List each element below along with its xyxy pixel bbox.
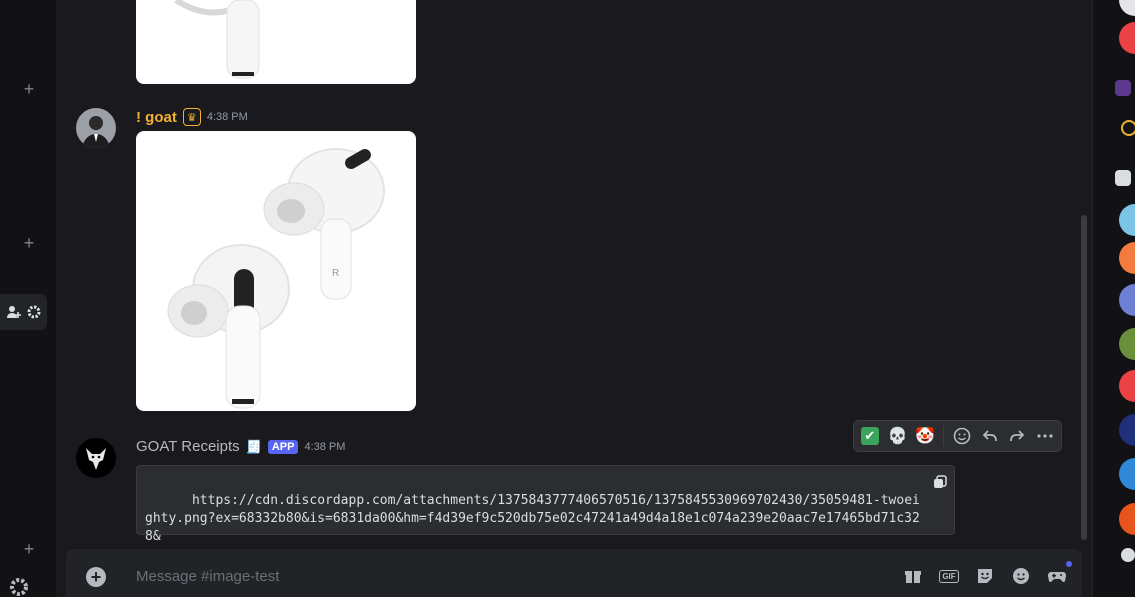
forward-icon[interactable] bbox=[1006, 424, 1030, 448]
server-icon[interactable] bbox=[1115, 170, 1131, 186]
timestamp: 4:38 PM bbox=[206, 111, 248, 123]
copy-icon[interactable] bbox=[932, 474, 948, 490]
server-icon[interactable] bbox=[1121, 548, 1135, 562]
server-icon[interactable] bbox=[1119, 284, 1135, 316]
server-icon[interactable] bbox=[1119, 328, 1135, 360]
check-reaction-icon[interactable]: ✔ bbox=[858, 424, 882, 448]
image-attachment[interactable]: R bbox=[136, 131, 416, 411]
svg-text:R: R bbox=[332, 268, 339, 279]
add-member-icon[interactable] bbox=[6, 304, 22, 320]
gif-icon[interactable]: GIF bbox=[938, 565, 960, 587]
message-composer: + GIF bbox=[66, 549, 1082, 597]
server-icon[interactable] bbox=[1119, 370, 1135, 402]
attach-plus-icon[interactable]: + bbox=[86, 567, 106, 587]
chat-area: ! goat ♛ 4:38 PM R GOAT Receipts 🧾 APP 4… bbox=[56, 0, 1092, 597]
username[interactable]: ! goat bbox=[136, 109, 177, 126]
reply-icon[interactable] bbox=[978, 424, 1002, 448]
skull-reaction-icon[interactable]: 💀 bbox=[886, 424, 910, 448]
gear-icon[interactable] bbox=[26, 304, 42, 320]
chat-scrollbar[interactable] bbox=[1081, 215, 1087, 540]
avatar[interactable] bbox=[76, 108, 116, 148]
add-channel-icon[interactable]: + bbox=[18, 78, 40, 100]
message-header: GOAT Receipts 🧾 APP 4:38 PM bbox=[136, 438, 345, 455]
server-icon[interactable] bbox=[1119, 0, 1135, 16]
airpods-pro-image: R bbox=[167, 148, 385, 409]
more-options-icon[interactable] bbox=[1033, 424, 1057, 448]
add-reaction-icon[interactable] bbox=[950, 424, 974, 448]
timestamp: 4:38 PM bbox=[304, 440, 346, 453]
username[interactable]: GOAT Receipts bbox=[136, 438, 240, 455]
emoji-icon[interactable] bbox=[1010, 565, 1032, 587]
channel-sidebar: + + + bbox=[0, 0, 56, 597]
server-icon[interactable] bbox=[1119, 22, 1135, 54]
code-block[interactable]: https://cdn.discordapp.com/attachments/1… bbox=[136, 465, 955, 544]
server-icon[interactable] bbox=[1119, 458, 1135, 490]
gamepad-icon[interactable] bbox=[1046, 561, 1072, 587]
discord-window: + + + ! goat ♛ 4:38 PM R GOAT Receipts 🧾… bbox=[0, 0, 1135, 597]
server-icon[interactable] bbox=[1119, 503, 1135, 535]
crown-icon: ♛ bbox=[182, 108, 201, 126]
add-channel-icon[interactable]: + bbox=[18, 232, 40, 254]
sticker-icon[interactable] bbox=[974, 565, 996, 587]
server-folder-icon[interactable] bbox=[1115, 80, 1131, 96]
bot-avatar[interactable] bbox=[76, 438, 116, 478]
add-channel-icon[interactable]: + bbox=[18, 538, 40, 560]
gif-label: GIF bbox=[939, 569, 959, 583]
user-settings-gear-icon[interactable] bbox=[6, 574, 32, 597]
message-actions-toolbar: ✔ 💀 🤡 bbox=[853, 420, 1062, 452]
message-input[interactable] bbox=[136, 565, 836, 587]
server-list bbox=[1092, 0, 1135, 597]
previous-image-attachment[interactable] bbox=[136, 0, 416, 84]
toolbar-divider bbox=[943, 426, 945, 446]
server-icon[interactable] bbox=[1119, 242, 1135, 274]
code-content: https://cdn.discordapp.com/attachments/1… bbox=[145, 493, 920, 544]
airpods-image bbox=[174, 0, 260, 79]
server-icon[interactable] bbox=[1119, 204, 1135, 236]
composer-icons: GIF bbox=[902, 561, 1072, 587]
clown-reaction-icon[interactable]: 🤡 bbox=[913, 424, 937, 448]
receipt-emoji-icon: 🧾 bbox=[245, 438, 262, 454]
server-icon[interactable] bbox=[1121, 120, 1135, 136]
message-header: ! goat ♛ 4:38 PM bbox=[136, 108, 248, 126]
notification-dot bbox=[1066, 561, 1072, 567]
gift-icon[interactable] bbox=[902, 565, 924, 587]
app-badge: APP bbox=[267, 439, 299, 454]
server-icon[interactable] bbox=[1119, 414, 1135, 446]
channel-actions bbox=[0, 294, 47, 330]
